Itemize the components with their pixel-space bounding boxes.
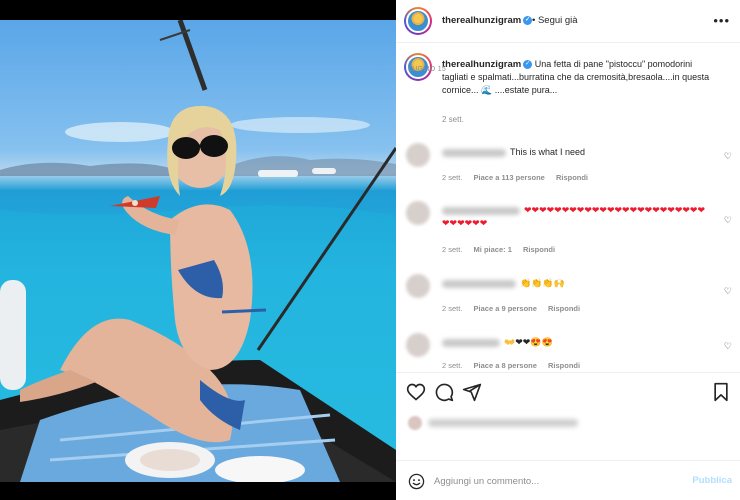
comment-meta: 2 sett. Piace a 8 persone Rispondi: [442, 361, 589, 370]
comment-time[interactable]: 2 sett.: [442, 361, 462, 370]
instagram-post-modal: therealhunzigram ✓ • Segui già ••• therea…: [0, 0, 740, 500]
following-status-button[interactable]: • Segui già: [532, 15, 578, 26]
comment-likes[interactable]: Piace a 113 persone: [474, 173, 545, 182]
comment-likes[interactable]: Mi piace: 1: [474, 245, 512, 254]
more-options-icon[interactable]: •••: [713, 13, 730, 28]
comment-like-heart-icon[interactable]: ♡: [724, 215, 732, 226]
publish-button[interactable]: Pubblica: [692, 475, 732, 486]
comment-like-heart-icon[interactable]: ♡: [724, 341, 732, 352]
post-photo[interactable]: [0, 20, 396, 482]
caption-timestamp[interactable]: 2 sett.: [442, 115, 464, 124]
reply-button[interactable]: Rispondi: [523, 245, 555, 254]
post-photo-illustration: [0, 20, 396, 482]
verified-badge-icon: ✓: [523, 60, 533, 70]
comment-meta: 2 sett. Mi piace: 1 Rispondi: [442, 245, 564, 254]
verified-badge-icon: ✓: [523, 15, 533, 25]
post-header: therealhunzigram ✓ • Segui già •••: [396, 0, 740, 43]
caption-username[interactable]: therealhunzigram: [442, 59, 521, 70]
reply-button[interactable]: Rispondi: [556, 173, 588, 182]
commenter-avatar[interactable]: [406, 274, 430, 298]
comment-time[interactable]: 2 sett.: [442, 245, 462, 254]
author-username[interactable]: therealhunzigram ✓: [442, 15, 533, 26]
commenter-username-blurred[interactable]: [442, 206, 520, 215]
commenter-username-blurred[interactable]: [442, 279, 516, 288]
comment-likes[interactable]: Piace a 8 persone: [474, 361, 537, 370]
commenter-avatar[interactable]: [406, 143, 430, 167]
comment-text-line: This is what I need: [442, 146, 712, 159]
commenter-username-blurred[interactable]: [442, 338, 500, 347]
comment-text: 👐❤❤😍😍: [504, 337, 553, 347]
comment-meta: 2 sett. Piace a 113 persone Rispondi: [442, 173, 597, 182]
comment-time[interactable]: 2 sett.: [442, 173, 462, 182]
comment-time[interactable]: 2 sett.: [442, 304, 462, 313]
commenter-username-blurred[interactable]: [442, 148, 506, 157]
heart-icon[interactable]: [406, 382, 426, 402]
commenter-avatar[interactable]: [406, 201, 430, 225]
comment-text: This is what I need: [510, 147, 586, 157]
comment-icon[interactable]: [434, 382, 454, 402]
comment-text-line: 👏👏👏🙌: [442, 277, 712, 290]
post-actions-bar: [396, 372, 740, 442]
add-comment-bar: Pubblica: [396, 460, 740, 500]
share-icon[interactable]: [462, 382, 482, 402]
author-avatar[interactable]: [404, 7, 432, 35]
comment-likes[interactable]: Piace a 9 persone: [474, 304, 537, 313]
post-side-panel: therealhunzigram ✓ • Segui già ••• therea…: [396, 0, 740, 500]
post-date[interactable]: LUGLIO 15: [408, 66, 446, 73]
caption-text-block: therealhunzigram ✓ Una fetta di pane "pis…: [442, 58, 712, 97]
commenter-avatar[interactable]: [406, 333, 430, 357]
reply-button[interactable]: Rispondi: [548, 304, 580, 313]
comment-text-line: 👐❤❤😍😍: [442, 336, 712, 349]
comment-meta: 2 sett. Piace a 9 persone Rispondi: [442, 304, 589, 313]
comment-like-heart-icon[interactable]: ♡: [724, 286, 732, 297]
comment-text: 👏👏👏🙌: [520, 278, 565, 288]
comment-input[interactable]: [434, 473, 684, 489]
bookmark-icon[interactable]: [712, 382, 730, 402]
emoji-icon[interactable]: [408, 473, 425, 490]
comment-like-heart-icon[interactable]: ♡: [724, 151, 732, 162]
reply-button[interactable]: Rispondi: [548, 361, 580, 370]
comment-text-line: ❤❤❤❤❤❤❤❤❤❤❤❤❤❤❤❤❤❤❤❤❤❤❤❤❤❤❤❤❤❤: [442, 204, 712, 230]
